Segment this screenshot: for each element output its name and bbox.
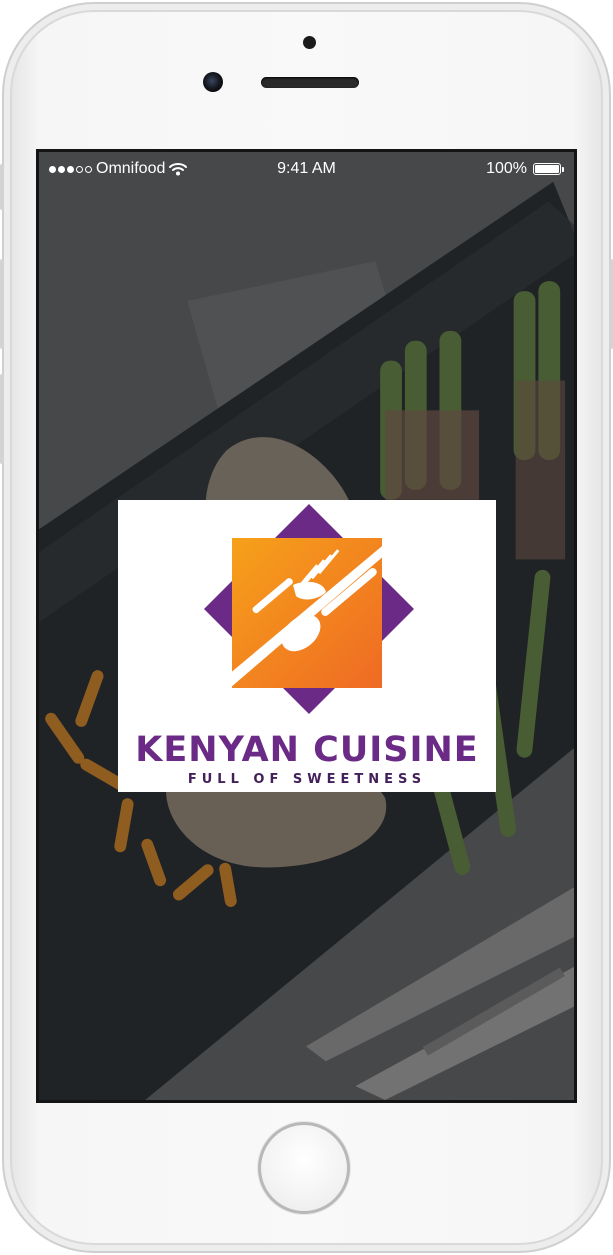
front-camera [303, 36, 316, 49]
volume-down-button [0, 374, 4, 464]
app-screen: Omnifood 9:41 AM 100% KENYAN CUISINE FUL… [36, 149, 577, 1103]
brand-logo-card: KENYAN CUISINE FULL OF SWEETNESS [118, 500, 496, 792]
volume-up-button [0, 259, 4, 349]
face-camera-lens [203, 72, 223, 92]
brand-name: KENYAN CUISINE [135, 730, 479, 770]
status-bar: Omnifood 9:41 AM 100% [39, 152, 574, 186]
brand-tagline: FULL OF SWEETNESS [187, 772, 427, 787]
brand-logo-emblem [198, 504, 414, 714]
battery-cap [562, 166, 564, 172]
battery-fill [535, 165, 559, 173]
battery-percent: 100% [486, 160, 527, 177]
earpiece-speaker [261, 77, 359, 88]
battery-body [533, 163, 561, 175]
mute-switch [0, 164, 4, 210]
battery-icon [533, 163, 564, 175]
status-right-group: 100% [486, 160, 564, 178]
power-button [609, 259, 613, 349]
home-button[interactable] [258, 1122, 350, 1214]
